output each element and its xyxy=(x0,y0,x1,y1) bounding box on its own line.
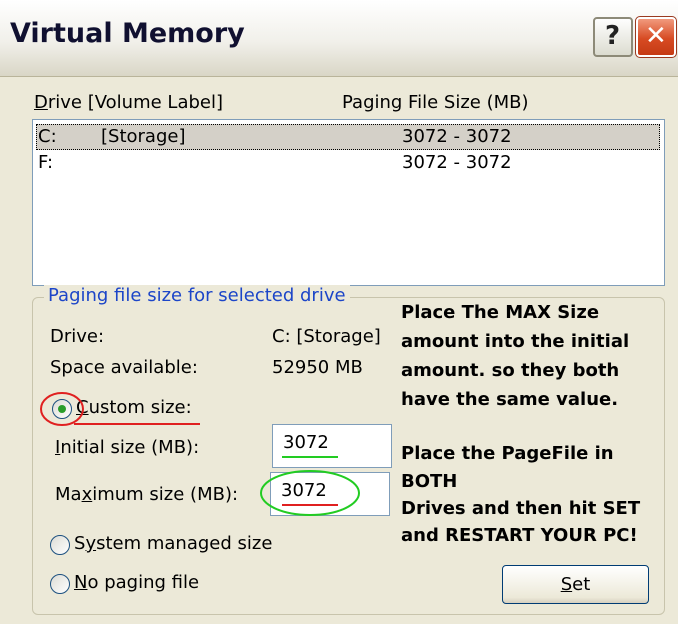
help-button[interactable]: ? xyxy=(593,17,633,57)
note-line-5: Place the PageFile in xyxy=(401,443,614,464)
initial-size-input[interactable]: 3072 xyxy=(272,424,392,468)
initial-size-label: Initial size (MB): xyxy=(55,437,200,458)
set-button[interactable]: Set xyxy=(502,565,649,604)
close-button[interactable]: ✕ xyxy=(635,16,677,58)
radio-selected-dot xyxy=(58,405,66,413)
maximum-size-label: Maximum size (MB): xyxy=(55,484,239,505)
note-line-7: Drives and then hit SET xyxy=(401,498,641,519)
drive-list[interactable]: C: [Storage] 3072 - 3072 F: 3072 - 3072 xyxy=(32,119,665,286)
list-header-drive: Drive [Volume Label] xyxy=(34,92,223,113)
custom-size-label[interactable]: Custom size: xyxy=(76,397,192,418)
system-managed-label[interactable]: System managed size xyxy=(74,533,272,554)
list-item-f[interactable]: F: 3072 - 3072 xyxy=(36,150,660,176)
note-line-8: and RESTART YOUR PC! xyxy=(401,525,638,546)
system-managed-radio[interactable] xyxy=(50,535,70,555)
note-line-1: Place The MAX Size xyxy=(401,302,600,323)
drive-label: Drive: xyxy=(50,326,105,347)
help-icon: ? xyxy=(605,21,621,51)
maximum-size-input[interactable]: 3072 xyxy=(270,472,390,516)
list-item-c[interactable]: C: [Storage] 3072 - 3072 xyxy=(36,124,660,150)
no-paging-radio[interactable] xyxy=(50,574,70,594)
group-legend: Paging file size for selected drive xyxy=(44,285,350,306)
note-line-4: have the same value. xyxy=(401,389,619,410)
list-header-size: Paging File Size (MB) xyxy=(342,92,529,113)
note-line-3: amount. so they both xyxy=(401,360,620,381)
title-bar[interactable]: Virtual Memory ? ✕ xyxy=(0,0,678,77)
close-icon: ✕ xyxy=(645,21,667,51)
window-title: Virtual Memory xyxy=(10,18,245,49)
note-line-6: BOTH xyxy=(401,471,458,492)
custom-size-radio[interactable] xyxy=(52,399,72,419)
note-line-2: amount into the initial xyxy=(401,331,630,352)
space-label: Space available: xyxy=(50,357,198,378)
drive-value: C: [Storage] xyxy=(272,326,381,347)
space-value: 52950 MB xyxy=(272,357,363,378)
no-paging-label[interactable]: No paging file xyxy=(74,572,199,593)
